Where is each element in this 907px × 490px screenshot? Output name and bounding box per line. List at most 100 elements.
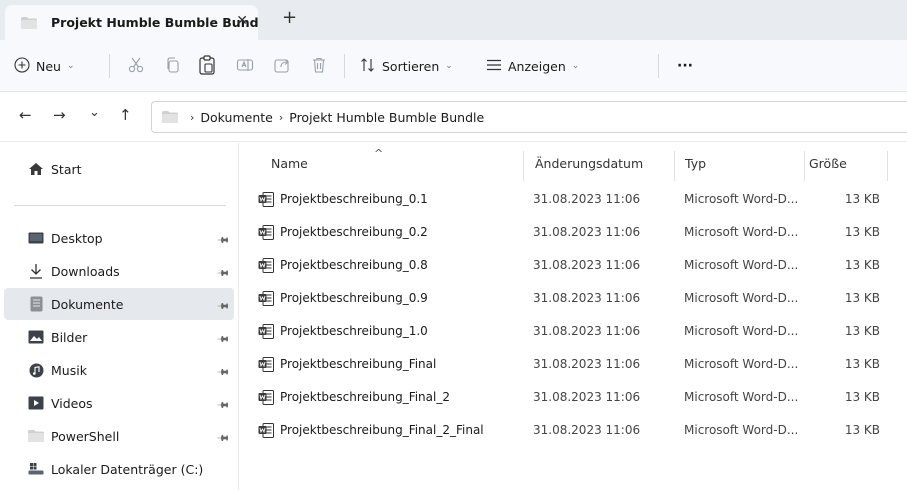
- sidebar-item-label: Bilder: [51, 329, 88, 345]
- cut-button[interactable]: [127, 52, 145, 80]
- sidebar-item-bilder[interactable]: Bilder 🖈: [4, 321, 234, 353]
- pictures-icon: [28, 330, 44, 344]
- pin-icon[interactable]: 🖈: [213, 263, 234, 284]
- navigation-pane: Start Desktop 🖈 Downloads 🖈 Dokumente 🖈 …: [0, 143, 238, 490]
- home-icon: [28, 162, 44, 176]
- column-divider[interactable]: [674, 151, 675, 181]
- file-list: ^ Name Änderungsdatum Typ Größe Projektb…: [240, 143, 907, 490]
- table-row[interactable]: Projektbeschreibung_Final_2_Final 31.08.2…: [240, 414, 907, 447]
- download-icon: [28, 264, 44, 279]
- sidebar-item-dokumente[interactable]: Dokumente 🖈: [4, 288, 234, 320]
- column-divider[interactable]: [523, 151, 524, 181]
- pin-icon[interactable]: 🖈: [213, 362, 234, 383]
- chevron-down-icon: ⌄: [66, 61, 75, 71]
- file-type: Microsoft Word-D...: [684, 423, 799, 437]
- videos-icon: [28, 396, 44, 410]
- more-options-button[interactable]: ···: [677, 52, 693, 80]
- breadcrumb-separator[interactable]: ›: [190, 111, 194, 124]
- delete-button[interactable]: [310, 52, 328, 80]
- file-date: 31.08.2023 11:06: [533, 357, 641, 371]
- new-button[interactable]: Neu ⌄: [14, 52, 75, 80]
- file-date: 31.08.2023 11:06: [533, 225, 641, 239]
- tab-active[interactable]: Projekt Humble Bumble Bund ✕: [5, 5, 259, 40]
- address-bar[interactable]: › Dokumente › Projekt Humble Bumble Bund…: [151, 101, 907, 133]
- column-divider[interactable]: [887, 151, 888, 181]
- pin-icon[interactable]: 🖈: [213, 296, 234, 317]
- sort-label: Sortieren: [382, 58, 440, 74]
- pin-icon[interactable]: 🖈: [213, 230, 234, 251]
- sidebar-item-label: PowerShell: [51, 428, 120, 444]
- breadcrumb-item-dokumente[interactable]: Dokumente: [200, 110, 272, 125]
- paste-icon: [198, 54, 216, 78]
- table-row[interactable]: Projektbeschreibung_1.0 31.08.2023 11:06 M…: [240, 315, 907, 348]
- copy-button[interactable]: [164, 52, 182, 80]
- sort-button[interactable]: Sortieren ⌄: [360, 52, 453, 80]
- column-divider[interactable]: [804, 151, 805, 181]
- sidebar-item-label: Desktop: [51, 230, 103, 246]
- column-header-size[interactable]: Größe: [809, 143, 889, 183]
- sidebar-item-powershell[interactable]: PowerShell 🖈: [4, 420, 234, 452]
- table-row[interactable]: Projektbeschreibung_0.9 31.08.2023 11:06 M…: [240, 282, 907, 315]
- folder-icon: [162, 111, 178, 123]
- sidebar-item-label: Downloads: [51, 263, 120, 279]
- back-arrow-icon[interactable]: ←: [19, 106, 32, 124]
- column-header-date[interactable]: Änderungsdatum: [535, 143, 675, 183]
- file-date: 31.08.2023 11:06: [533, 258, 641, 272]
- view-button[interactable]: Anzeigen ⌄: [486, 52, 579, 80]
- pin-icon[interactable]: 🖈: [213, 428, 234, 449]
- chevron-down-icon: ⌄: [445, 61, 453, 71]
- folder-icon: [21, 16, 37, 29]
- sidebar-item-start[interactable]: Start: [4, 153, 234, 185]
- column-header-name[interactable]: Name: [271, 143, 521, 183]
- file-name: Projektbeschreibung_0.9: [280, 291, 428, 305]
- forward-arrow-icon[interactable]: →: [53, 106, 66, 124]
- pin-icon[interactable]: 🖈: [213, 329, 234, 350]
- up-arrow-icon[interactable]: ↑: [119, 106, 132, 124]
- documents-icon: [28, 296, 44, 312]
- new-tab-button[interactable]: +: [282, 7, 297, 28]
- share-icon: [273, 56, 291, 77]
- desktop-icon: [28, 231, 44, 245]
- sidebar-item-musik[interactable]: Musik 🖈: [4, 354, 234, 386]
- rename-button[interactable]: [236, 52, 254, 80]
- view-label: Anzeigen: [508, 58, 566, 74]
- toolbar-divider: [344, 54, 345, 78]
- breadcrumb-separator[interactable]: ›: [279, 111, 283, 124]
- share-button[interactable]: [273, 52, 291, 80]
- toolbar-divider: [109, 54, 110, 78]
- sidebar-item-label: Lokaler Datenträger (C:): [51, 461, 204, 477]
- sidebar-item-desktop[interactable]: Desktop 🖈: [4, 222, 234, 254]
- file-date: 31.08.2023 11:06: [533, 423, 641, 437]
- table-row[interactable]: Projektbeschreibung_Final_2 31.08.2023 11…: [240, 381, 907, 414]
- music-icon: [28, 363, 44, 377]
- recent-locations-icon[interactable]: ⌄: [89, 105, 100, 120]
- sidebar-item-downloads[interactable]: Downloads 🖈: [4, 255, 234, 287]
- paste-button[interactable]: [198, 52, 216, 80]
- plus-circle-icon: [14, 56, 30, 76]
- tab-bar: Projekt Humble Bumble Bund ✕ +: [0, 0, 907, 40]
- address-row: ← → ⌄ ↑ › Dokumente › Projekt Humble Bum…: [0, 92, 907, 142]
- pin-icon[interactable]: 🖈: [213, 395, 234, 416]
- file-type: Microsoft Word-D...: [684, 225, 799, 239]
- sidebar-divider: [14, 205, 226, 206]
- sidebar-item-drive-c[interactable]: Lokaler Datenträger (C:): [4, 453, 234, 485]
- sidebar-item-label: Dokumente: [51, 296, 124, 312]
- breadcrumb-item-project[interactable]: Projekt Humble Bumble Bundle: [289, 110, 484, 125]
- word-document-icon: [258, 390, 274, 405]
- word-document-icon: [258, 324, 274, 339]
- close-icon[interactable]: ✕: [236, 13, 248, 29]
- tab-title: Projekt Humble Bumble Bund: [51, 15, 259, 30]
- file-name: Projektbeschreibung_0.8: [280, 258, 428, 272]
- table-row[interactable]: Projektbeschreibung_Final 31.08.2023 11:0…: [240, 348, 907, 381]
- table-row[interactable]: Projektbeschreibung_0.2 31.08.2023 11:06 M…: [240, 216, 907, 249]
- file-size: 13 KB: [844, 225, 880, 239]
- sidebar-item-videos[interactable]: Videos 🖈: [4, 387, 234, 419]
- file-name: Projektbeschreibung_1.0: [280, 324, 428, 338]
- column-header-type[interactable]: Typ: [685, 143, 805, 183]
- table-row[interactable]: Projektbeschreibung_0.8 31.08.2023 11:06 M…: [240, 249, 907, 282]
- pane-divider[interactable]: [238, 143, 239, 490]
- file-date: 31.08.2023 11:06: [533, 192, 641, 206]
- file-size: 13 KB: [844, 324, 880, 338]
- file-type: Microsoft Word-D...: [684, 324, 799, 338]
- table-row[interactable]: Projektbeschreibung_0.1 31.08.2023 11:06 M…: [240, 183, 907, 216]
